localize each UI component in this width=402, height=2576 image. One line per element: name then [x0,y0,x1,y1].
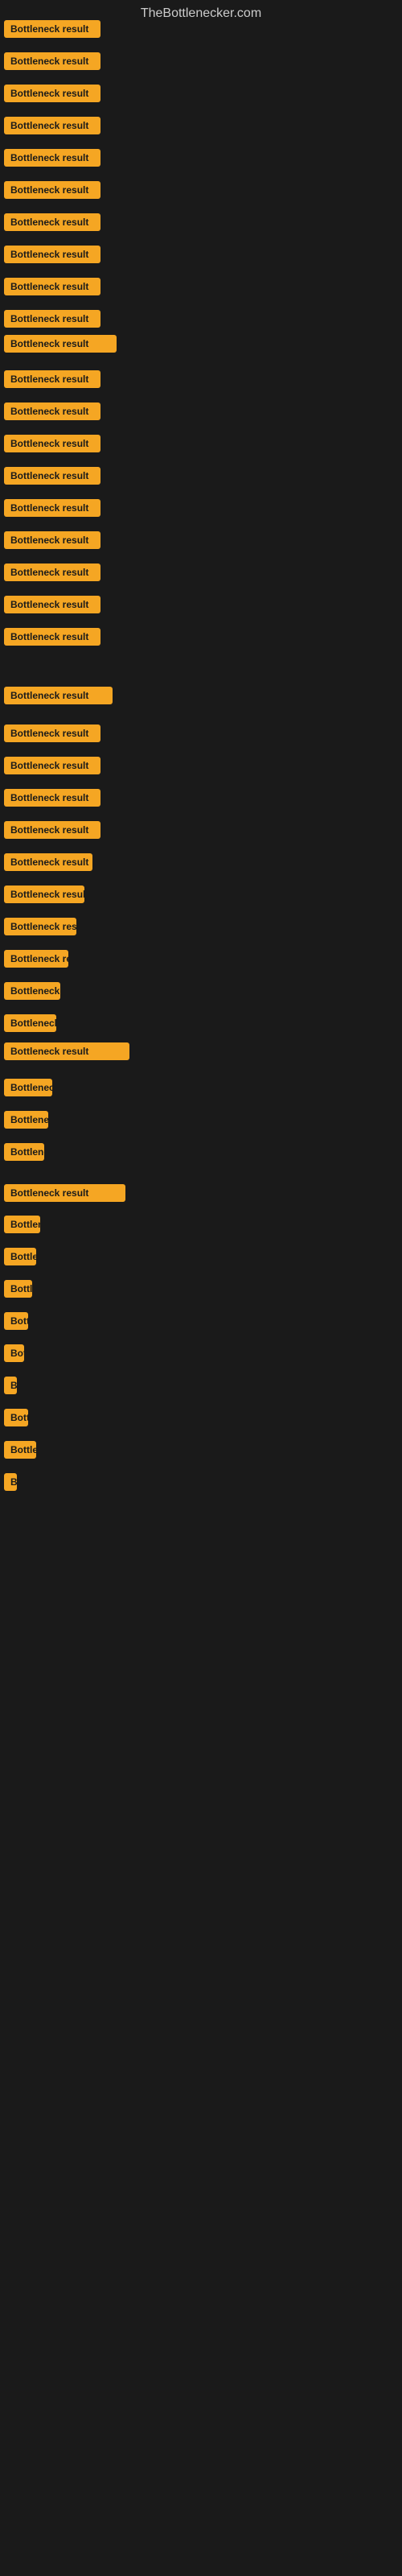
bottleneck-badge[interactable]: Bottleneck result [4,213,100,231]
bottleneck-item: Bottleneck result [4,886,84,907]
bottleneck-item: Bottleneck result [4,278,100,299]
bottleneck-item: Bottleneck result [4,117,100,138]
bottleneck-item: Bottleneck result [4,435,100,456]
bottleneck-item: B [4,1473,17,1495]
bottleneck-badge[interactable]: Bottleneck result [4,1312,28,1330]
bottleneck-badge[interactable]: Bottleneck result [4,1042,129,1060]
bottleneck-badge[interactable]: Bottleneck result [4,20,100,38]
bottleneck-badge[interactable]: Bottleneck result [4,687,113,704]
bottleneck-badge[interactable]: Bottleneck result [4,821,100,839]
bottleneck-item: Bottleneck result [4,1409,28,1430]
bottleneck-badge[interactable]: Bottleneck result [4,246,100,263]
bottleneck-item: Bottleneck result [4,1216,40,1237]
bottleneck-item: Bottleneck result [4,20,100,42]
bottleneck-badge[interactable]: Bottleneck result [4,499,100,517]
bottleneck-item: Bottleneck result [4,918,76,939]
bottleneck-item: Bottleneck result [4,1014,56,1036]
bottleneck-badge[interactable]: Bottleneck result [4,1409,28,1426]
bottleneck-badge[interactable]: Bottleneck result [4,1280,32,1298]
bottleneck-item: Bottleneck result [4,52,100,74]
bottleneck-item: Bottle [4,1441,36,1463]
bottleneck-item: Bottleneck result [4,596,100,617]
bottleneck-badge[interactable]: Bottleneck result [4,149,100,167]
bottleneck-badge[interactable]: Bottleneck result [4,886,84,903]
bottleneck-item: Bottleneck result [4,467,100,489]
bottleneck-item: Bottleneck result [4,982,60,1004]
bottleneck-badge[interactable]: Bottleneck result [4,982,60,1000]
bottleneck-badge[interactable]: Bottleneck result [4,402,100,420]
bottleneck-badge[interactable]: Bottleneck result [4,1344,24,1362]
bottleneck-item: Bottleneck result [4,853,92,875]
bottleneck-badge[interactable]: B [4,1377,17,1394]
bottleneck-badge[interactable]: Bottleneck result [4,1216,40,1233]
bottleneck-item: Bottleneck result [4,149,100,171]
bottleneck-item: Bottleneck result [4,1184,125,1206]
bottleneck-badge[interactable]: Bottleneck result [4,853,92,871]
bottleneck-item: Bottleneck result [4,1344,24,1366]
bottleneck-item: Bottleneck result [4,499,100,521]
page-wrapper: TheBottlenecker.com Bottleneck resultBot… [0,0,402,2576]
bottleneck-badge[interactable]: Bottle [4,1441,36,1459]
bottleneck-badge[interactable]: Bottleneck result [4,181,100,199]
bottleneck-item: Bottleneck result [4,213,100,235]
bottleneck-badge[interactable]: Bottleneck result [4,52,100,70]
bottleneck-badge[interactable]: Bottleneck result [4,1248,36,1265]
bottleneck-badge[interactable]: Bottleneck result [4,628,100,646]
bottleneck-item: Bottleneck result [4,724,100,746]
bottleneck-badge[interactable]: Bottleneck result [4,724,100,742]
bottleneck-item: Bottleneck result [4,1248,36,1269]
bottleneck-item: Bottleneck result [4,370,100,392]
bottleneck-badge[interactable]: Bottleneck result [4,1184,125,1202]
bottleneck-item: Bottleneck result [4,1111,48,1133]
bottleneck-item: Bottleneck result [4,789,100,811]
bottleneck-badge[interactable]: Bottleneck result [4,370,100,388]
bottleneck-badge[interactable]: Bottleneck result [4,789,100,807]
bottleneck-badge[interactable]: B [4,1473,17,1491]
bottleneck-item: Bottleneck result [4,757,100,778]
bottleneck-badge[interactable]: Bottleneck result [4,564,100,581]
bottleneck-badge[interactable]: Bottleneck result [4,596,100,613]
bottleneck-badge[interactable]: Bottleneck result [4,1079,52,1096]
bottleneck-badge[interactable]: Bottleneck result [4,1014,56,1032]
bottleneck-badge[interactable]: Bottleneck result [4,467,100,485]
bottleneck-item: Bottleneck result [4,402,100,424]
bottleneck-item: Bottleneck result [4,85,100,106]
bottleneck-badge[interactable]: Bottleneck result [4,950,68,968]
bottleneck-badge[interactable]: Bottleneck result [4,278,100,295]
bottleneck-item: Bottleneck result [4,950,68,972]
bottleneck-badge[interactable]: Bottleneck result [4,918,76,935]
bottleneck-badge[interactable]: Bottleneck result [4,310,100,328]
bottleneck-item: Bottleneck result [4,1280,32,1302]
bottleneck-item: Bottleneck result [4,531,100,553]
bottleneck-item: Bottleneck result [4,628,100,650]
bottleneck-item: Bottleneck result [4,181,100,203]
bottleneck-badge[interactable]: Bottleneck result [4,1111,48,1129]
bottleneck-badge[interactable]: Bottleneck result [4,1143,44,1161]
bottleneck-item: Bottleneck result [4,687,113,708]
bottleneck-item: Bottleneck result [4,310,100,332]
bottleneck-item: Bottleneck result [4,821,100,843]
bottleneck-item: Bottleneck result [4,1079,52,1100]
bottleneck-item: Bottleneck result [4,335,117,357]
bottleneck-item: B [4,1377,17,1398]
bottleneck-item: Bottleneck result [4,564,100,585]
bottleneck-item: Bottleneck result [4,1143,44,1165]
bottleneck-badge[interactable]: Bottleneck result [4,757,100,774]
bottleneck-badge[interactable]: Bottleneck result [4,85,100,102]
bottleneck-badge[interactable]: Bottleneck result [4,335,117,353]
bottleneck-badge[interactable]: Bottleneck result [4,531,100,549]
bottleneck-badge[interactable]: Bottleneck result [4,117,100,134]
bottleneck-badge[interactable]: Bottleneck result [4,435,100,452]
bottleneck-item: Bottleneck result [4,1312,28,1334]
bottleneck-item: Bottleneck result [4,246,100,267]
bottleneck-item: Bottleneck result [4,1042,129,1064]
